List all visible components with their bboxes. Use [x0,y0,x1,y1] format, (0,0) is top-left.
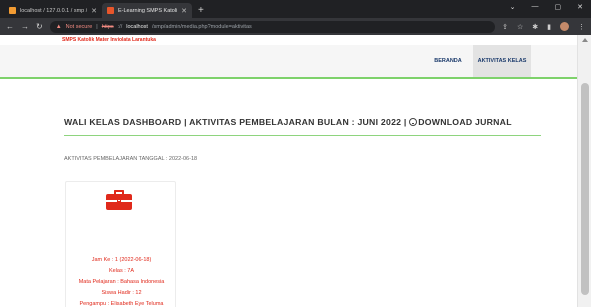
profile-avatar[interactable] [560,22,569,31]
nav-beranda[interactable]: BERANDA [423,45,473,77]
activity-card[interactable]: Jam Ke : 1 (2022-06-18) Kelas : 7A Mata … [65,181,176,307]
url-protocol: https [101,23,114,30]
close-window-icon[interactable]: ✕ [577,3,583,11]
card-kelas: Kelas : 7A [108,268,135,274]
download-jurnal-link[interactable]: DOWNLOAD JURNAL [409,117,512,127]
divider [64,135,541,136]
close-tab-icon[interactable]: ✕ [181,7,187,15]
site-favicon-icon [107,7,114,14]
reload-icon[interactable]: ↻ [36,22,43,31]
menu-kebab-icon[interactable]: ⋮ [578,23,585,31]
maximize-icon[interactable]: ▢ [555,3,562,11]
browser-tab-strip: localhost / 127.0.0.1 / smp / kec ✕ E-Le… [0,0,591,18]
tab-phpmyadmin[interactable]: localhost / 127.0.0.1 / smp / kec ✕ [4,3,102,18]
briefcase-icon [106,190,132,210]
page-title-text: WALI KELAS DASHBOARD | AKTIVITAS PEMBELA… [64,117,407,127]
address-bar[interactable]: ▲ Not secure | https://localhost/smp/adm… [49,20,496,33]
activity-date-label: AKTIVITAS PEMBELAJARAN TANGGAL : 2022-06… [64,156,198,162]
phpmyadmin-icon [9,7,16,14]
warning-icon: ▲ [55,23,62,30]
sidepanel-icon[interactable]: ▮ [547,23,551,31]
download-icon [409,118,418,126]
tab-title: E-Learning SMPS Katolik Mater I [118,7,177,14]
share-icon[interactable]: ⇪ [502,23,508,31]
back-icon[interactable]: ← [6,22,14,31]
nav-aktivitas-kelas[interactable]: AKTIVITAS KELAS [473,45,531,77]
page-content: SMPS Katolik Mater Inviolata Larantuka B… [0,35,577,307]
site-brand[interactable]: SMPS Katolik Mater Inviolata Larantuka [62,37,156,43]
card-siswa-hadir: Siswa Hadir : 12 [101,290,142,296]
new-tab-button[interactable]: + [192,3,210,18]
tab-elearning[interactable]: E-Learning SMPS Katolik Mater I ✕ [102,3,192,18]
card-jam-ke: Jam Ke : 1 (2022-06-18) [91,257,152,263]
scroll-thumb[interactable] [581,83,589,295]
extensions-icon[interactable]: ✱ [532,23,538,31]
close-tab-icon[interactable]: ✕ [91,7,97,15]
page-title: WALI KELAS DASHBOARD | AKTIVITAS PEMBELA… [64,117,512,127]
bookmark-star-icon[interactable]: ☆ [517,23,523,31]
toolbar-actions: ⇪ ☆ ✱ ▮ ⋮ [502,22,585,31]
tab-search-icon[interactable]: ⌄ [510,3,516,11]
download-label: DOWNLOAD JURNAL [418,117,512,127]
card-mata-pelajaran: Mata Pelajaran : Bahasa Indonesia [78,279,165,285]
security-label: Not secure [65,23,93,30]
tab-title: localhost / 127.0.0.1 / smp / kec [20,7,88,14]
minimize-icon[interactable]: — [532,3,539,11]
url-host: localhost [126,23,148,30]
forward-icon[interactable]: → [21,22,29,31]
card-pengampu: Pengampu : Elisabeth Eye Teluma [79,301,164,307]
scroll-up-icon[interactable] [582,38,588,42]
page-scrollbar[interactable] [577,35,591,307]
browser-toolbar: ← → ↻ ▲ Not secure | https://localhost/s… [0,18,591,35]
site-navbar: BERANDA AKTIVITAS KELAS [0,45,577,79]
url-path: /smp/admin/media.php?module=aktivitas [151,23,252,30]
window-controls: ⌄ — ▢ ✕ [510,3,583,11]
